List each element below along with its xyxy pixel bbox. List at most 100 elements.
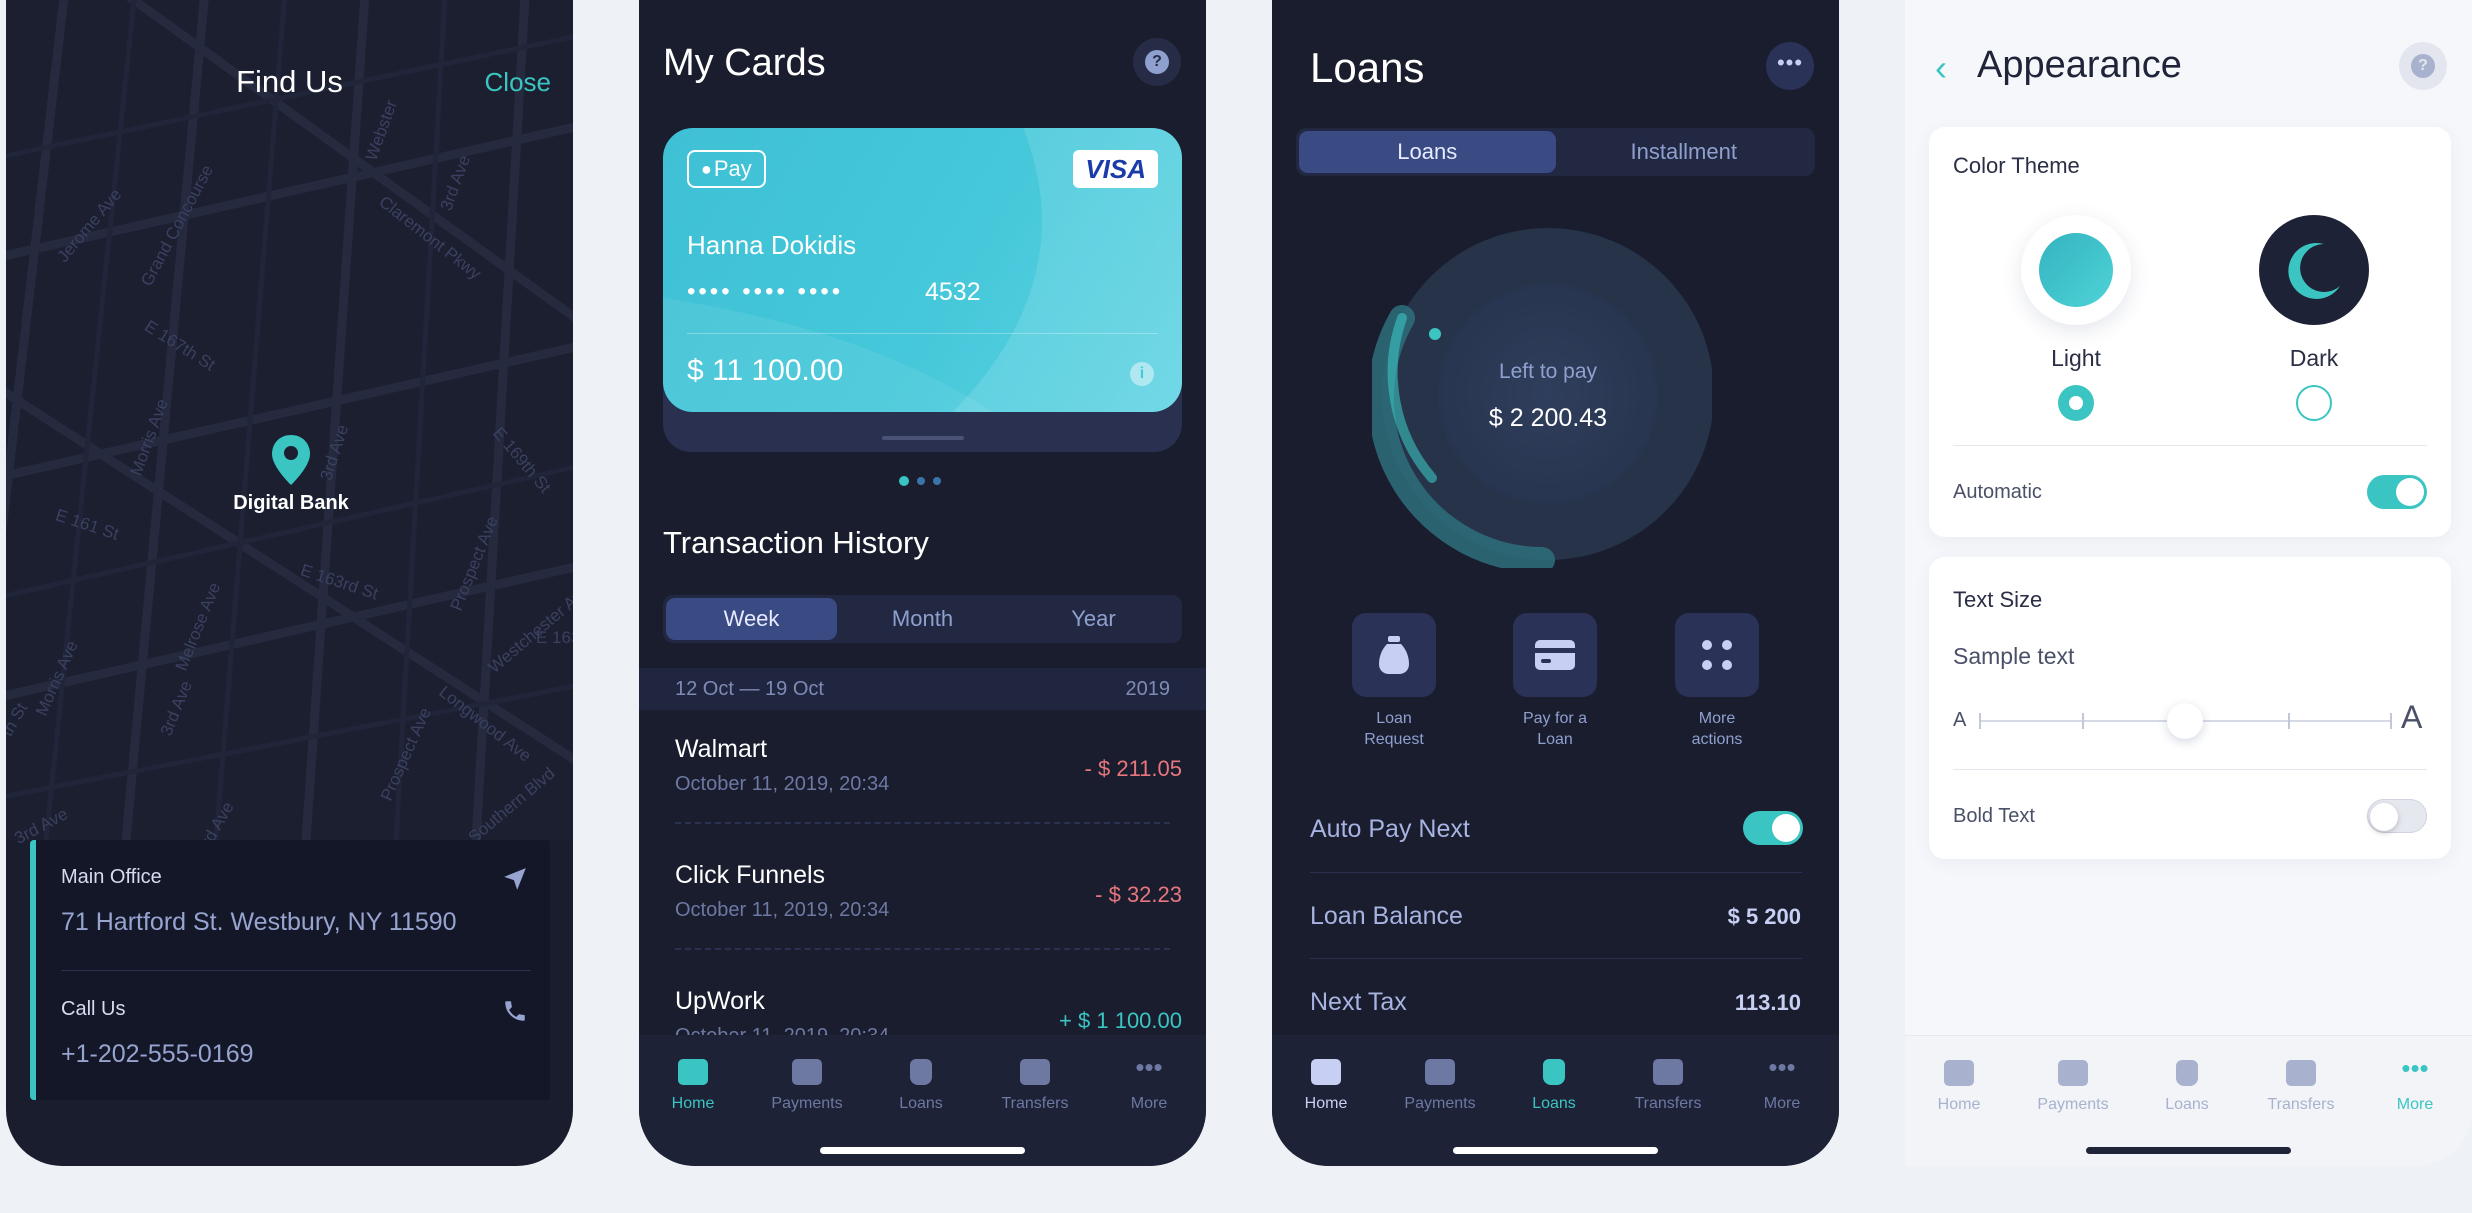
left-to-pay-amount: $ 2 200.43 (1488, 404, 1608, 432)
apple-pay-badge: ● Pay (687, 150, 766, 188)
tab-installment[interactable]: Installment (1556, 131, 1813, 173)
bold-text-toggle[interactable] (2367, 799, 2427, 833)
map[interactable]: Jerome Ave Grand Concourse Claremont Pkw… (6, 0, 573, 850)
auto-pay-toggle[interactable] (1743, 811, 1803, 845)
tab-home[interactable]: Home (643, 1053, 743, 1113)
loans-screen: Loans ••• Loans Installment Left to pay … (1272, 0, 1839, 1166)
visa-logo: VISA (1073, 150, 1158, 188)
dark-label: Dark (2289, 345, 2339, 371)
tab-transfers[interactable]: Transfers (1618, 1053, 1718, 1113)
tab-loans[interactable]: Loans (871, 1053, 971, 1113)
close-button[interactable]: Close (485, 67, 551, 98)
more-icon: ••• (1768, 1052, 1796, 1082)
money-bag-icon (1379, 636, 1409, 674)
loans-icon (910, 1059, 932, 1085)
divider (1310, 872, 1802, 873)
bank-card[interactable]: ● Pay VISA Hanna Dokidis •••• •••• •••• 4… (663, 128, 1182, 412)
light-radio[interactable] (2058, 385, 2094, 421)
pin-label: Digital Bank (233, 492, 349, 514)
home-indicator (1453, 1147, 1658, 1154)
apple-icon: ● (701, 159, 712, 179)
year-label: 2019 (1125, 678, 1171, 700)
help-button[interactable]: ? (1133, 38, 1181, 86)
loan-request-button[interactable] (1352, 613, 1436, 697)
navigate-icon[interactable] (502, 866, 528, 897)
loan-balance-label: Loan Balance (1310, 902, 1463, 930)
transaction-date: October 11, 2019, 20:34 (675, 773, 890, 795)
tab-payments[interactable]: Payments (757, 1053, 857, 1113)
info-icon[interactable]: i (1130, 362, 1154, 386)
tab-more[interactable]: ••• More (1099, 1053, 1199, 1113)
tab-more[interactable]: ••• More (1732, 1053, 1832, 1113)
card-divider (687, 333, 1158, 334)
payments-icon (1425, 1059, 1455, 1085)
more-icon: ••• (2401, 1053, 2429, 1083)
transaction-date: October 11, 2019, 20:34 (675, 899, 890, 921)
back-chevron-icon[interactable]: ‹ (1935, 50, 1947, 86)
tab-payments[interactable]: Payments (1390, 1053, 1490, 1113)
page-title: Loans (1310, 44, 1425, 91)
more-actions-button[interactable] (1675, 613, 1759, 697)
street-label: E 163 (536, 628, 573, 647)
appearance-screen: ‹ Appearance ? Color Theme Light Dark Au… (1905, 0, 2472, 1166)
slider-thumb[interactable] (2167, 703, 2203, 739)
page-dot[interactable] (899, 476, 909, 486)
payments-icon (2058, 1060, 2088, 1086)
tab-payments[interactable]: Payments (2023, 1054, 2123, 1114)
tab-more[interactable]: ••• More (2365, 1054, 2465, 1114)
tab-loans-segment[interactable]: Loans (1299, 131, 1556, 173)
help-button[interactable]: ? (2399, 42, 2447, 90)
transfers-icon (1020, 1059, 1050, 1085)
slider-tick (2390, 713, 2392, 729)
color-theme-panel: Color Theme Light Dark Automatic (1929, 127, 2451, 537)
card-handle (882, 436, 964, 440)
bold-text-label: Bold Text (1953, 805, 2035, 827)
dark-radio[interactable] (2296, 385, 2332, 421)
transaction-row[interactable]: Click Funnels October 11, 2019, 20:34 - … (639, 856, 1206, 950)
page-title: My Cards (663, 42, 826, 84)
tab-week[interactable]: Week (666, 598, 837, 640)
tab-transfers[interactable]: Transfers (2251, 1054, 2351, 1114)
home-indicator (820, 1147, 1025, 1154)
tab-transfers[interactable]: Transfers (985, 1053, 1085, 1113)
card-balance: $ 11 100.00 (687, 354, 844, 387)
page-dot[interactable] (917, 477, 925, 485)
tab-loans[interactable]: Loans (1504, 1053, 1604, 1113)
card-icon (1535, 640, 1575, 670)
phone-number[interactable]: +1-202-555-0169 (61, 1040, 254, 1069)
pay-loan-button[interactable] (1513, 613, 1597, 697)
light-theme-option[interactable] (2021, 215, 2131, 325)
merchant-name: Click Funnels (675, 861, 826, 889)
phone-icon[interactable] (502, 998, 528, 1029)
period-selector[interactable]: Week Month Year (663, 595, 1182, 643)
tab-home[interactable]: Home (1909, 1054, 2009, 1114)
toggle-knob (2370, 803, 2398, 831)
card-pagination[interactable] (899, 476, 941, 486)
loan-type-selector[interactable]: Loans Installment (1296, 128, 1815, 176)
home-icon (1311, 1059, 1341, 1085)
tab-loans[interactable]: Loans (2137, 1054, 2237, 1114)
tab-bar: Home Payments Loans Transfers ••• More (639, 1035, 1206, 1166)
tab-home[interactable]: Home (1276, 1053, 1376, 1113)
main-office-address[interactable]: 71 Hartford St. Westbury, NY 11590 (61, 908, 457, 937)
transaction-amount: + $ 1 100.00 (1059, 1008, 1182, 1033)
next-tax-value: 113.10 (1734, 990, 1801, 1015)
automatic-toggle[interactable] (2367, 475, 2427, 509)
left-to-pay-label: Left to pay (1498, 360, 1598, 383)
dark-theme-option[interactable] (2259, 215, 2369, 325)
contact-card: Main Office 71 Hartford St. Westbury, NY… (30, 840, 550, 1100)
more-options-button[interactable]: ••• (1766, 42, 1814, 90)
location-pin-icon[interactable] (272, 435, 310, 490)
loan-balance-value: $ 5 200 (1727, 904, 1801, 929)
tab-bar: Home Payments Loans Transfers ••• More (1905, 1035, 2472, 1166)
help-icon: ? (2411, 54, 2435, 78)
tab-year[interactable]: Year (1008, 598, 1179, 640)
tab-month[interactable]: Month (837, 598, 1008, 640)
card-masked: •••• •••• •••• (687, 278, 844, 305)
call-label: Call Us (61, 998, 126, 1020)
text-size-label: Text Size (1953, 587, 2043, 612)
merchant-name: UpWork (675, 987, 765, 1015)
action-label: Pay for a Loan (1522, 710, 1588, 748)
page-dot[interactable] (933, 477, 941, 485)
transaction-row[interactable]: Walmart October 11, 2019, 20:34 - $ 211.… (639, 730, 1206, 824)
